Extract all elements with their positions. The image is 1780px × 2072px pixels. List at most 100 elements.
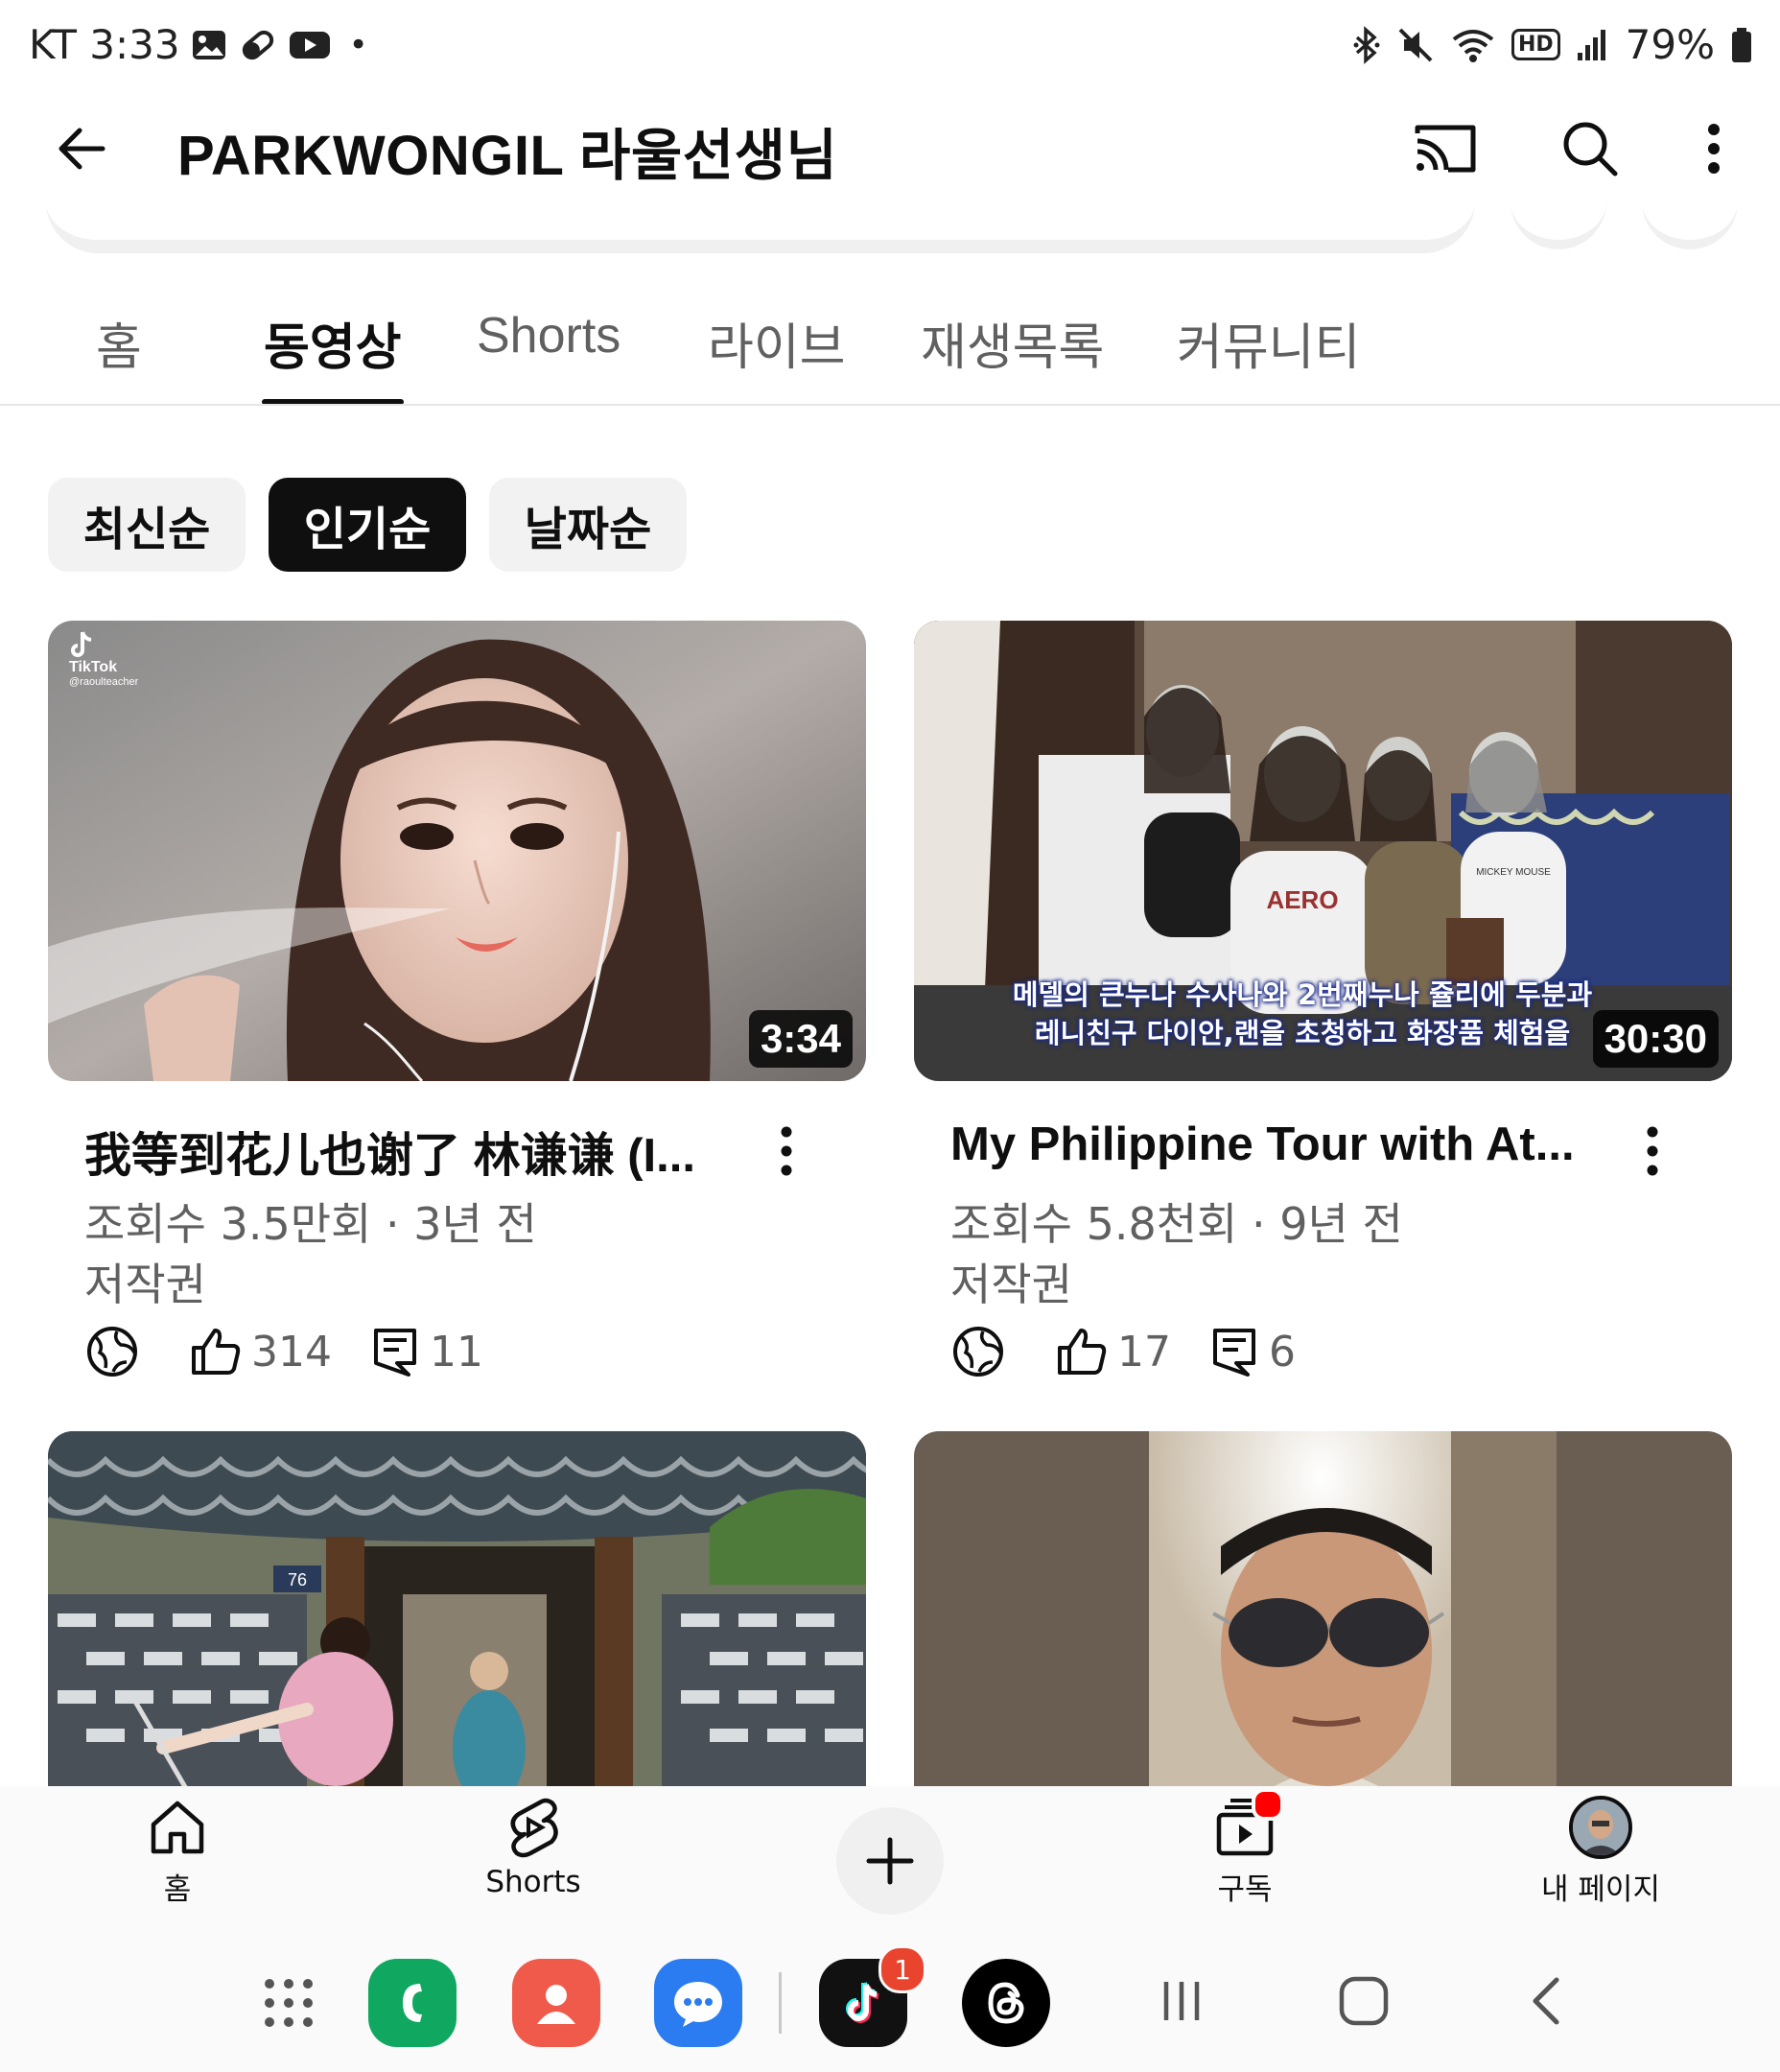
home-square-icon bbox=[1339, 1976, 1389, 2026]
mute-icon bbox=[1396, 26, 1435, 64]
scrolled-button bbox=[1642, 192, 1738, 249]
tab-videos[interactable]: 동영상 bbox=[264, 307, 402, 379]
nav-shorts[interactable]: Shorts bbox=[437, 1796, 629, 1899]
subtitle-line: 레니친구 다이안,랜을 초청하고 화장품 체험을 bbox=[1034, 1017, 1571, 1049]
hd-icon: HD bbox=[1511, 29, 1560, 60]
nav-home-label: 홈 bbox=[163, 1872, 192, 1907]
create-button[interactable] bbox=[836, 1807, 944, 1915]
tab-playlists[interactable]: 재생목록 bbox=[921, 307, 1104, 379]
video-thumbnail[interactable]: AERO MICKEY MOUSE 메델의 큰누나 수사나와 2번째누나 쥴리에… bbox=[914, 621, 1732, 1081]
app-grid-icon bbox=[265, 1979, 313, 2027]
messages-app[interactable] bbox=[654, 1959, 742, 2047]
like-icon bbox=[1058, 1329, 1107, 1375]
status-bar: KT 3:33 • HD 79% bbox=[0, 0, 1780, 96]
like-count: 17 bbox=[1117, 1327, 1171, 1377]
video-menu-button[interactable] bbox=[1633, 1122, 1672, 1180]
shirt-print: AERO bbox=[1266, 885, 1338, 914]
tiktok-text: TikTok bbox=[69, 659, 118, 675]
dock-divider bbox=[779, 1972, 782, 2034]
tab-divider bbox=[0, 404, 1780, 406]
recents-icon bbox=[1163, 1982, 1200, 2020]
video-stats: 17 6 bbox=[950, 1324, 1296, 1379]
tab-community[interactable]: 커뮤니티 bbox=[1177, 307, 1360, 379]
thumbnail-image bbox=[48, 621, 866, 1081]
search-button[interactable] bbox=[1547, 106, 1633, 192]
video-menu-button[interactable] bbox=[767, 1122, 806, 1180]
nav-you[interactable]: 내 페이지 bbox=[1505, 1796, 1697, 1908]
sign-number: 76 bbox=[288, 1570, 307, 1589]
video-duration: 3:34 bbox=[748, 1010, 853, 1068]
more-vert-icon bbox=[1708, 124, 1720, 174]
video-title[interactable]: My Philippine Tour with At... bbox=[950, 1118, 1612, 1171]
phone-app[interactable] bbox=[368, 1959, 457, 2047]
shirt-print-2: MICKEY MOUSE bbox=[1476, 867, 1551, 878]
back-chevron-icon bbox=[1533, 1977, 1559, 2025]
comment-count: 11 bbox=[429, 1327, 483, 1377]
battery-level: 79% bbox=[1625, 21, 1715, 68]
back-button[interactable] bbox=[38, 106, 125, 192]
tiktok-watermark: TikTok @raoulteacher bbox=[69, 630, 138, 688]
globe-icon bbox=[87, 1327, 137, 1377]
video-views-age: 조회수 5.8천회 · 9년 전 bbox=[950, 1198, 1403, 1250]
video-license: 저작권 bbox=[84, 1259, 206, 1310]
tiktok-app[interactable]: 1 bbox=[819, 1945, 926, 2047]
create-plus-icon bbox=[866, 1837, 914, 1885]
tab-home[interactable]: 홈 bbox=[96, 307, 142, 379]
notification-badge: 1 bbox=[878, 1945, 926, 1993]
comment-icon bbox=[373, 1329, 416, 1377]
subscriptions-icon-wrap bbox=[1211, 1788, 1284, 1859]
bluetooth-icon bbox=[1352, 25, 1381, 64]
more-vert-icon bbox=[781, 1126, 792, 1176]
app-drawer-button[interactable] bbox=[262, 1976, 316, 2030]
wifi-icon bbox=[1450, 26, 1496, 64]
more-options-button[interactable] bbox=[1671, 106, 1757, 192]
search-icon bbox=[1563, 122, 1618, 177]
signal-icon bbox=[1576, 26, 1610, 64]
back-arrow-icon bbox=[59, 128, 105, 170]
tiktok-handle: @raoulteacher bbox=[69, 676, 139, 688]
video-stats: 314 11 bbox=[84, 1324, 483, 1379]
phone-icon bbox=[403, 1984, 422, 2022]
like-icon bbox=[192, 1329, 241, 1375]
nav-home[interactable]: 홈 bbox=[82, 1796, 273, 1908]
like-count: 314 bbox=[251, 1327, 332, 1377]
dot-icon: • bbox=[348, 25, 368, 64]
nav-subscriptions-label: 구독 bbox=[1217, 1872, 1273, 1907]
avatar bbox=[1569, 1796, 1632, 1859]
chip-oldest[interactable]: 날짜순 bbox=[489, 478, 687, 572]
scrolled-search-bar bbox=[46, 201, 1475, 253]
globe-icon bbox=[953, 1327, 1003, 1377]
tab-live[interactable]: 라이브 bbox=[708, 307, 846, 379]
cast-button[interactable] bbox=[1402, 106, 1488, 192]
contacts-app[interactable] bbox=[512, 1959, 600, 2047]
back-system-button[interactable] bbox=[1520, 1974, 1574, 2028]
video-thumbnail[interactable]: TikTok @raoulteacher 3:34 bbox=[48, 621, 866, 1081]
nav-you-label: 내 페이지 bbox=[1541, 1872, 1660, 1907]
carrier-time: KT 3:33 bbox=[29, 21, 180, 68]
burned-subtitles: 메델의 큰누나 수사나와 2번째누나 쥴리에 두분과 레니친구 다이안,랜을 초… bbox=[957, 976, 1648, 1052]
youtube-notification-icon bbox=[288, 26, 332, 64]
chip-popular[interactable]: 인기순 bbox=[269, 478, 466, 572]
video-title[interactable]: 我等到花儿也谢了 林谦谦 (I... bbox=[84, 1118, 746, 1186]
channel-title: PARKWONGIL 라울선생님 bbox=[177, 125, 838, 187]
comment-icon bbox=[1213, 1329, 1255, 1377]
more-vert-icon bbox=[1647, 1126, 1658, 1176]
battery-icon bbox=[1730, 26, 1753, 64]
tab-shorts[interactable]: Shorts bbox=[477, 307, 621, 365]
scrolled-button bbox=[1511, 192, 1606, 249]
recent-apps-button[interactable] bbox=[1155, 1974, 1208, 2028]
home-system-button[interactable] bbox=[1336, 1974, 1392, 2028]
subtitle-line: 메델의 큰누나 수사나와 2번째누나 쥴리에 두분과 bbox=[1012, 978, 1593, 1011]
nav-subscriptions[interactable]: 구독 bbox=[1149, 1788, 1341, 1908]
threads-icon bbox=[988, 1982, 1024, 2024]
status-right: HD 79% bbox=[1352, 21, 1753, 68]
comment-count: 6 bbox=[1269, 1327, 1296, 1377]
home-icon bbox=[151, 1801, 204, 1854]
shorts-icon bbox=[510, 1798, 558, 1858]
video-views-age: 조회수 3.5만회 · 3년 전 bbox=[84, 1198, 537, 1250]
chip-latest[interactable]: 최신순 bbox=[48, 478, 246, 572]
nav-shorts-label: Shorts bbox=[485, 1865, 581, 1899]
gallery-notification-icon bbox=[190, 26, 228, 64]
threads-app[interactable] bbox=[962, 1959, 1050, 2047]
pill-notification-icon bbox=[238, 26, 278, 64]
